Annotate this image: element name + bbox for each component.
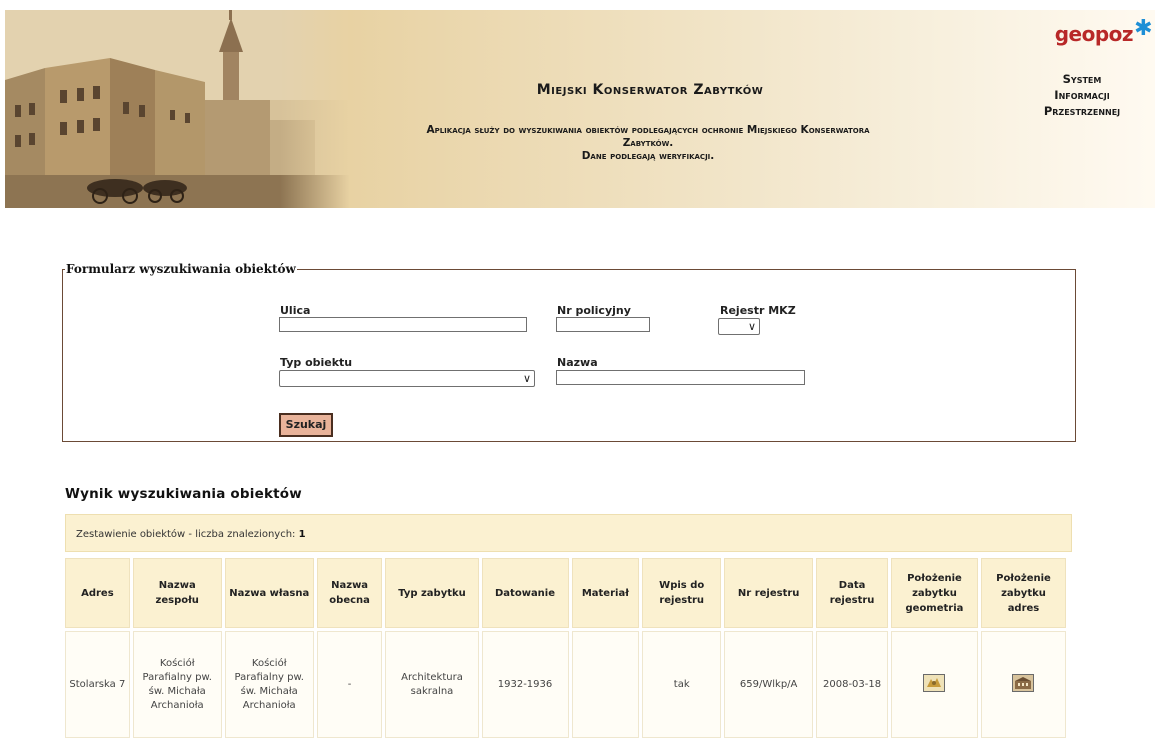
subtitle-line-1: Aplikacja służy do wyszukiwania obiektów…: [426, 124, 870, 136]
number-input[interactable]: [556, 317, 650, 332]
registry-select[interactable]: ∨: [718, 318, 760, 335]
subtitle-line-2: Zabytków.: [622, 137, 674, 149]
search-button[interactable]: Szukaj: [279, 413, 333, 437]
header-photo: [5, 10, 350, 208]
table-header-row: Adres Nazwa zespołu Nazwa własna Nazwa o…: [65, 558, 1066, 628]
name-label: Nazwa: [557, 356, 598, 369]
building-icon[interactable]: [1012, 673, 1035, 692]
logo-text: geopoz: [1054, 22, 1134, 46]
cell-nazwa-wlasna: Kościół Parafialny pw. św. Michała Archa…: [224, 631, 314, 738]
geopoz-logo[interactable]: geopoz✱: [1010, 16, 1153, 47]
type-select[interactable]: ∨: [279, 370, 535, 387]
cell-typ-zabytku: Architektura sakralna: [385, 631, 479, 738]
page-title: Miejski Konserwator Zabytków: [536, 82, 764, 98]
summary-text: Zestawienie obiektów - liczba znaleziony…: [76, 529, 299, 540]
column-header: Nr rejestru: [724, 558, 814, 628]
cell-data-rejestru: 2008-03-18: [816, 631, 888, 738]
cell-nazwa-obecna: -: [316, 631, 383, 738]
street-input[interactable]: [279, 317, 527, 332]
cell-material: [571, 631, 640, 738]
search-form: Formularz wyszukiwania obiektów: [62, 262, 1076, 442]
column-header: Wpis do rejestru: [642, 558, 722, 628]
asterisk-icon: ✱: [1134, 16, 1152, 41]
column-header: Materiał: [571, 558, 640, 628]
subtitle-line-3: Dane podlegają weryfikacji.: [581, 150, 715, 162]
table-row: Stolarska 7 Kościół Parafialny pw. św. M…: [65, 631, 1066, 738]
cell-wpis-do-rejestru: tak: [642, 631, 722, 738]
column-header: Data rejestru: [816, 558, 888, 628]
summary-count: 1: [298, 529, 306, 540]
column-header: Nazwa własna: [224, 558, 314, 628]
column-header: Położenie zabytku adres: [980, 558, 1066, 628]
map-icon[interactable]: [923, 673, 946, 692]
page-subtitle: Aplikacja służy do wyszukiwania obiektów…: [296, 124, 1000, 163]
search-form-legend: Formularz wyszukiwania obiektów: [66, 262, 296, 276]
cell-adres-icon: [980, 631, 1066, 738]
type-label: Typ obiektu: [280, 356, 353, 369]
column-header: Adres: [65, 558, 130, 628]
system-line-3: Przestrzennej: [1043, 104, 1121, 118]
street-label: Ulica: [280, 304, 311, 317]
column-header: Położenie zabytku geometria: [890, 558, 978, 628]
cell-adres: Stolarska 7: [65, 631, 130, 738]
registry-label: Rejestr MKZ: [720, 304, 796, 317]
column-header: Nazwa obecna: [316, 558, 383, 628]
column-header: Typ zabytku: [385, 558, 479, 628]
number-label: Nr policyjny: [557, 304, 631, 317]
cell-nazwa-zespolu: Kościół Parafialny pw. św. Michała Archa…: [132, 631, 222, 738]
results-title: Wynik wyszukiwania obiektów: [65, 486, 302, 502]
cell-geometria: [890, 631, 978, 738]
cell-datowanie: 1932-1936: [481, 631, 569, 738]
chevron-down-icon: ∨: [747, 320, 756, 333]
system-line-2: Informacji: [1054, 88, 1110, 102]
system-name: System Informacji Przestrzennej: [1010, 71, 1154, 119]
system-line-1: System: [1062, 72, 1102, 86]
results-table: Adres Nazwa zespołu Nazwa własna Nazwa o…: [62, 555, 1069, 741]
column-header: Datowanie: [481, 558, 569, 628]
results-summary: Zestawienie obiektów - liczba znaleziony…: [65, 514, 1072, 552]
name-input[interactable]: [556, 370, 805, 385]
column-header: Nazwa zespołu: [132, 558, 222, 628]
chevron-down-icon: ∨: [522, 372, 531, 385]
cell-nr-rejestru: 659/Wlkp/A: [724, 631, 814, 738]
